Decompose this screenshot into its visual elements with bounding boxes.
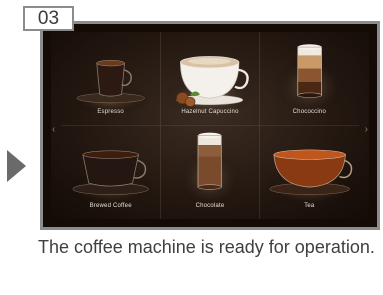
scroll-left-icon[interactable]: ‹ bbox=[52, 124, 55, 135]
beverage-grid: Espresso Hazelnut Capuccino Chococcino B… bbox=[61, 32, 359, 219]
play-arrow-icon bbox=[7, 150, 26, 182]
beverage-tile-brewed-coffee[interactable]: Brewed Coffee bbox=[61, 126, 160, 220]
status-caption: The coffee machine is ready for operatio… bbox=[38, 237, 375, 257]
beverage-tile-chococcino[interactable]: Chococcino bbox=[259, 32, 359, 126]
beverage-label: Brewed Coffee bbox=[89, 203, 132, 209]
beverage-label: Chocolate bbox=[195, 203, 225, 209]
beverage-tile-tea[interactable]: Tea bbox=[260, 126, 359, 220]
beverage-label: Tea bbox=[304, 203, 315, 209]
display-panel: ‹ › Espresso Hazelnut Capuccino Chococci… bbox=[51, 32, 369, 219]
beverage-tile-espresso[interactable]: Espresso bbox=[61, 32, 161, 126]
beverage-label: Hazelnut Capuccino bbox=[181, 108, 239, 115]
beverage-tile-hazelnut-capuccino[interactable]: Hazelnut Capuccino bbox=[160, 32, 260, 126]
scroll-right-icon[interactable]: › bbox=[365, 124, 368, 135]
beverage-label: Espresso bbox=[97, 108, 124, 115]
step-number-badge: 03 bbox=[23, 6, 74, 31]
coffee-machine-display: ‹ › Espresso Hazelnut Capuccino Chococci… bbox=[40, 21, 380, 230]
beverage-tile-chocolate[interactable]: Chocolate bbox=[160, 125, 260, 219]
beverage-label: Chococcino bbox=[292, 108, 326, 115]
